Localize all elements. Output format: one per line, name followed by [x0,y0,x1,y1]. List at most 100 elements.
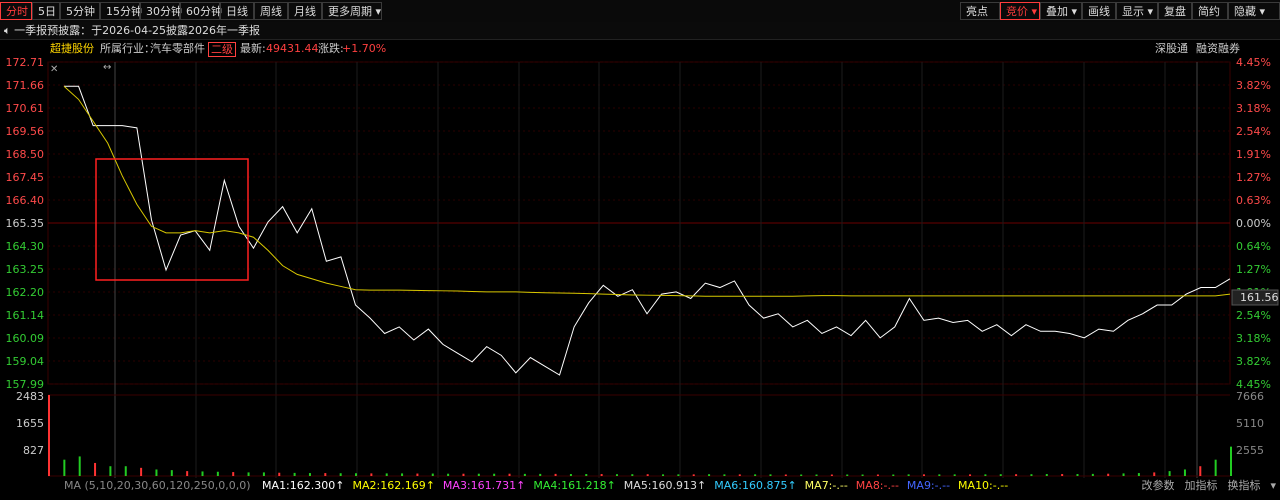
y-tick-label: 171.66 [6,79,45,92]
volume-bar [186,471,189,476]
y-tick-label: 167.45 [6,171,45,184]
hk-connect-link[interactable]: 深股通 [1155,40,1188,58]
volume-bar [140,467,143,476]
percent-tick-label: 3.82% [1236,79,1271,92]
latest-label: 最新: [240,42,266,55]
tool-button-2[interactable]: 叠加 ▾ [1040,2,1082,20]
volume-bar [1122,473,1125,476]
ma-params[interactable]: MA (5,10,20,30,60,120,250,0,0,0) [64,479,251,492]
volume-bar [1214,459,1217,476]
volume-bar [1199,466,1202,476]
percent-tick-label: 4.45% [1236,58,1271,69]
intraday-chart[interactable]: 172.71 171.66 170.61 169.56 168.50 167.45 166.… [0,58,1280,478]
volume-bar [1153,472,1156,476]
period-tab-6[interactable]: 日线 [220,2,254,20]
y-tick-label: 161.14 [6,309,45,322]
current-price-label: 161.56 [1240,291,1279,304]
tool-button-0[interactable]: 亮点 [960,2,1000,20]
period-tab-8[interactable]: 月线 [288,2,322,20]
volume-bar [600,474,603,476]
percent-tick-label: 0.63% [1236,194,1271,207]
volume-bar [124,466,127,476]
volume-bar [477,473,480,476]
indicator-button-1[interactable]: 加指标 [1184,479,1217,492]
volume-bar [999,474,1002,476]
volume-bar [401,473,404,476]
volume-bar [738,474,741,476]
stock-name[interactable]: 超捷股份 [50,40,94,58]
percent-tick-label: 1.27% [1236,171,1271,184]
volume-bar [662,474,665,476]
period-tab-7[interactable]: 周线 [254,2,288,20]
close-icon: ✕ [50,64,58,75]
volume-bar [861,474,864,476]
y-tick-label: 166.40 [6,194,45,207]
volume-tick-label: 2483 [16,390,44,403]
volume-bar [63,459,66,476]
period-toolbar: 分时 5日 5分钟 15分钟 30分钟 60分钟 日线 周线 月线 更多周期 ▾ 亮点 竞价 ▾ 叠加 … [0,0,1280,23]
tool-button-3[interactable]: 画线 [1082,2,1116,20]
period-tab-1[interactable]: 5日 [32,2,60,20]
notice-text[interactable]: 一季报预披露：于2026-04-25披露2026年一季报 [14,24,260,37]
indicator-button-0[interactable]: 改参数 [1141,479,1174,492]
tool-button-5[interactable]: 复盘 [1158,2,1192,20]
volume-bar [815,474,818,476]
percent-tick-label: 3.18% [1236,102,1271,115]
level-tag[interactable]: 二级 [208,42,236,57]
volume-bar [523,473,526,476]
volume-bar [201,471,204,476]
percent-tick-label: 3.18% [1236,332,1271,345]
volume-right-tick: 2555 [1236,444,1264,457]
volume-tick-label: 827 [23,444,44,457]
volume-bar [324,473,327,476]
y-tick-label: 172.71 [6,58,45,69]
volume-bar [754,474,757,476]
y-tick-label: 169.56 [6,125,45,138]
volume-bar [953,474,956,476]
ma-value-3: MA3:161.731↑ [442,479,526,492]
volume-bar [48,395,50,476]
y-tick-label: 162.20 [6,286,45,299]
period-tab-5[interactable]: 60分钟 [180,2,222,20]
volume-bar [109,466,112,476]
volume-bar [232,472,235,476]
y-tick-label: 160.09 [6,332,45,345]
margin-trading-link[interactable]: 融资融券 [1196,40,1240,58]
volume-bar [462,473,465,476]
volume-bar [984,474,987,476]
percent-tick-label: 0.64% [1236,240,1271,253]
volume-bar [938,474,941,476]
volume-bar [1091,473,1094,476]
volume-bar [1137,473,1140,476]
percent-tick-label: 1.27% [1236,263,1271,276]
volume-bar [646,474,649,476]
volume-bar [355,473,358,476]
volume-bar [416,473,419,476]
industry-label: 所属行业： [100,42,155,55]
ma-value-6: MA6:160.875↑ [714,479,797,492]
period-tab-4[interactable]: 30分钟 [140,2,182,20]
volume-bar [447,473,450,476]
volume-bar [769,474,772,476]
tool-button-1[interactable]: 竞价 ▾ [1000,2,1040,20]
percent-tick-label: 3.82% [1236,355,1271,368]
tool-button-4[interactable]: 显示 ▾ [1116,2,1158,20]
indicator-button-2[interactable]: 换指标 [1227,479,1260,492]
collapse-icon[interactable]: ▾ [1270,479,1276,492]
period-tab-3[interactable]: 15分钟 [100,2,142,20]
y-tick-label: 163.25 [6,263,45,276]
volume-bar [308,473,311,476]
volume-bar [631,474,634,476]
period-tab-2[interactable]: 5分钟 [60,2,100,20]
industry-name[interactable]: 汽车零部件 [150,40,205,58]
percent-tick-label: 1.91% [1236,148,1271,161]
volume-bar [78,456,81,476]
period-tab-0[interactable]: 分时 [0,2,32,20]
price-line [64,85,1231,376]
period-tab-9[interactable]: 更多周期 ▾ [322,2,382,20]
tool-button-6[interactable]: 简约 [1192,2,1228,20]
volume-bar [1168,471,1171,476]
volume-bar [569,474,572,476]
tool-button-7[interactable]: 隐藏 ▾ [1228,2,1280,20]
volume-bar [1045,474,1048,476]
